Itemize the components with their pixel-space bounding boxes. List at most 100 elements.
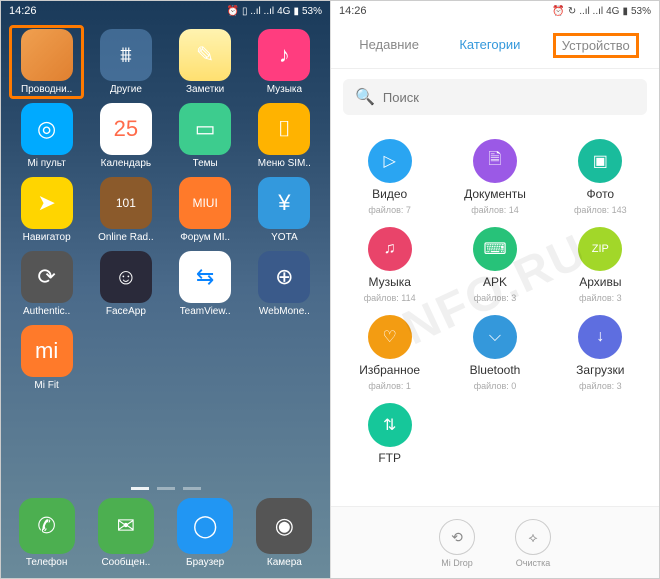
- app-label: Online Rad..: [98, 232, 154, 243]
- app-label: Календарь: [101, 158, 151, 169]
- category-name: Документы: [464, 187, 526, 201]
- app-label: Музыка: [267, 84, 302, 95]
- battery-icon: ▮: [293, 6, 299, 17]
- action-очистка[interactable]: ⟡Очистка: [515, 519, 551, 568]
- category-избранное[interactable]: ♡ Избранное файлов: 1: [339, 315, 440, 391]
- tab-устройство[interactable]: Устройство: [553, 33, 639, 58]
- status-icons: ⏰ ▯ ..ıl ..ıl 4G ▮ 53%: [226, 6, 322, 17]
- category-count: файлов: 3: [579, 381, 622, 391]
- app-форум-mi-[interactable]: MIUIФорум MI..: [170, 177, 241, 243]
- category-count: файлов: 3: [579, 293, 622, 303]
- category-name: APK: [483, 275, 507, 289]
- app-label: Форум MI..: [180, 232, 230, 243]
- app-другие[interactable]: ⩩Другие: [90, 29, 161, 95]
- app-online-rad-[interactable]: 101Online Rad..: [90, 177, 161, 243]
- tab-категории[interactable]: Категории: [451, 33, 528, 58]
- app-icon: ◎: [21, 103, 73, 155]
- category-name: Фото: [587, 187, 615, 201]
- battery-label: 53%: [302, 6, 322, 17]
- signal-icon: ▯ ..ıl ..ıl: [242, 6, 274, 17]
- app-label: Сообщен..: [101, 557, 150, 568]
- category-count: файлов: 1: [368, 381, 411, 391]
- dock-сообщен-[interactable]: ✉ Сообщен..: [90, 498, 161, 568]
- category-count: файлов: 143: [574, 205, 627, 215]
- category-ftp[interactable]: ⇅FTP: [339, 403, 440, 469]
- app-темы[interactable]: ▭ Темы: [170, 103, 241, 169]
- category-документы[interactable]: 🗎Документыфайлов: 14: [444, 139, 545, 215]
- battery-label: 53%: [631, 6, 651, 17]
- category-name: Избранное: [359, 363, 420, 377]
- dock-телефон[interactable]: ✆Телефон: [11, 498, 82, 568]
- sync-icon: ↻: [568, 6, 576, 17]
- category-фото[interactable]: ▣ Фото файлов: 143: [550, 139, 651, 215]
- app-icon: ⊕: [258, 251, 310, 303]
- category-музыка[interactable]: ♫Музыкафайлов: 114: [339, 227, 440, 303]
- app-icon: ✉: [98, 498, 154, 554]
- category-icon: ⌵: [473, 315, 517, 359]
- category-видео[interactable]: ▷Видеофайлов: 7: [339, 139, 440, 215]
- app-label: Mi пульт: [27, 158, 65, 169]
- network-label: 4G: [277, 6, 290, 17]
- app-webmone-[interactable]: ⊕ WebMone..: [249, 251, 320, 317]
- action-label: Очистка: [516, 558, 550, 568]
- dock-браузер[interactable]: ◯ Браузер: [170, 498, 241, 568]
- clock: 14:26: [9, 5, 37, 17]
- app-authentic-[interactable]: ⟳Authentic..: [11, 251, 82, 317]
- app-icon: ◯: [177, 498, 233, 554]
- app-icon: ◉: [256, 498, 312, 554]
- app-навигатор[interactable]: ➤Навигатор: [11, 177, 82, 243]
- app-faceapp[interactable]: ☺FaceApp: [90, 251, 161, 317]
- app-icon: ▭: [179, 103, 231, 155]
- category-name: Архивы: [579, 275, 621, 289]
- app-icon: ✎: [179, 29, 231, 81]
- app-label: Заметки: [186, 84, 224, 95]
- clock: 14:26: [339, 5, 367, 17]
- app-музыка[interactable]: ♪Музыка: [249, 29, 320, 95]
- app-label: TeamView..: [180, 306, 231, 317]
- app-календарь[interactable]: 25Календарь: [90, 103, 161, 169]
- category-icon: 🗎: [473, 139, 517, 183]
- app-icon: ⇆: [179, 251, 231, 303]
- category-icon: ♫: [368, 227, 412, 271]
- category-bluetooth[interactable]: ⌵Bluetoothфайлов: 0: [444, 315, 545, 391]
- dock: ✆Телефон ✉ Сообщен.. ◯ Браузер ◉Камера: [1, 490, 330, 578]
- app-label: Навигатор: [23, 232, 71, 243]
- dock-камера[interactable]: ◉Камера: [249, 498, 320, 568]
- app-label: Темы: [193, 158, 218, 169]
- search-icon: 🔍: [355, 87, 375, 107]
- app-label: WebMone..: [259, 306, 310, 317]
- category-count: файлов: 3: [474, 293, 517, 303]
- alarm-icon: ⏰: [226, 6, 238, 17]
- app-icon: ⌷: [258, 103, 310, 155]
- category-загрузки[interactable]: ↓ Загрузки файлов: 3: [550, 315, 651, 391]
- category-icon: ▷: [368, 139, 412, 183]
- app-icon: ☺: [100, 251, 152, 303]
- category-архивы[interactable]: ZIPАрхивыфайлов: 3: [550, 227, 651, 303]
- app-mi-пульт[interactable]: ◎ Mi пульт: [11, 103, 82, 169]
- category-name: Загрузки: [576, 363, 624, 377]
- app-mi-fit[interactable]: miMi Fit: [11, 325, 82, 391]
- homescreen: 14:26 ⏰ ▯ ..ıl ..ıl 4G ▮ 53% Проводни..⩩…: [1, 1, 330, 578]
- app-проводни-[interactable]: Проводни..: [11, 29, 82, 95]
- action-label: Mi Drop: [441, 558, 473, 568]
- category-icon: ♡: [368, 315, 412, 359]
- app-label: Authentic..: [23, 306, 70, 317]
- app-label: Браузер: [186, 557, 224, 568]
- app-меню-sim-[interactable]: ⌷Меню SIM..: [249, 103, 320, 169]
- category-icon: ↓: [578, 315, 622, 359]
- category-apk[interactable]: ⌨APKфайлов: 3: [444, 227, 545, 303]
- network-label: 4G: [606, 6, 619, 17]
- tab-недавние[interactable]: Недавние: [351, 33, 427, 58]
- action-icon: ⟲: [439, 519, 475, 555]
- action-mi-drop[interactable]: ⟲ Mi Drop: [439, 519, 475, 568]
- category-icon: ⇅: [368, 403, 412, 447]
- app-icon: ⩩: [100, 29, 152, 81]
- app-teamview-[interactable]: ⇆ TeamView..: [170, 251, 241, 317]
- app-заметки[interactable]: ✎ Заметки: [170, 29, 241, 95]
- search-input[interactable]: [383, 90, 635, 105]
- category-icon: ▣: [578, 139, 622, 183]
- app-yota[interactable]: ¥YOTA: [249, 177, 320, 243]
- app-label: YOTA: [271, 232, 297, 243]
- search-bar[interactable]: 🔍: [343, 79, 647, 115]
- statusbar-right: 14:26 ⏰ ↻ ..ıl ..ıl 4G ▮ 53%: [331, 1, 659, 21]
